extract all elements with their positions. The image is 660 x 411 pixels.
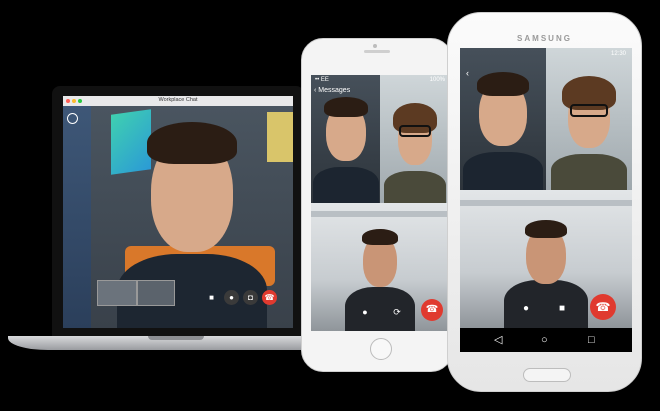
video-toggle-button[interactable]: ■ [556,303,568,315]
camera-icon: ◘ [248,293,253,302]
switch-camera-icon: ⟳ [393,307,401,317]
earpiece-speaker [364,50,390,53]
person-shoulders [312,167,379,203]
mute-button[interactable]: ● [520,303,532,315]
person-shoulders [383,171,446,203]
video-toggle-button[interactable]: ■ [204,290,219,305]
recents-icon[interactable]: □ [588,333,595,347]
video-tile-man[interactable] [311,75,380,203]
person-hair [323,97,368,117]
self-view-thumbnail[interactable] [97,280,137,306]
front-camera [373,44,377,48]
back-label: Messages [318,87,351,94]
mic-icon: ● [362,307,368,317]
back-button[interactable]: ‹ Messages [314,87,350,94]
laptop-screen: Workplace Chat [63,96,293,328]
battery-label: 100% [429,77,445,83]
office-ceiling-lights [460,200,632,206]
person-shoulders [504,280,588,328]
home-button[interactable] [370,338,392,360]
back-arrow-icon[interactable]: ‹ [466,68,469,78]
chevron-left-icon: ‹ [314,87,317,94]
wall-poster [267,112,293,162]
laptop-notch [148,336,204,340]
android-navbar: ◁ ○ □ [460,328,632,352]
samsung-brand-label: SAMSUNG [517,34,572,43]
window-title: Workplace Chat [158,97,198,103]
switch-camera-button[interactable]: ⟳ [391,307,403,319]
participant-thumbnail[interactable] [137,280,175,306]
end-call-button[interactable]: ☎ [590,294,616,320]
back-icon[interactable]: ◁ [494,333,502,347]
video-tile-woman[interactable] [546,48,632,190]
mic-icon: ● [229,293,234,302]
carrier-label: •• EE [315,77,329,83]
person-hair [477,72,529,96]
sidebar [63,106,91,328]
end-call-icon: ☎ [595,300,611,314]
home-icon[interactable]: ○ [541,333,548,347]
video-tile-woman[interactable] [380,75,449,203]
iphone-screen: •• EE 100% ‹ Messages ● ⟳ ☎ [311,75,449,331]
office-ceiling-lights [311,211,449,217]
person-hair [362,229,398,245]
wall-poster [111,109,151,175]
camera-button[interactable]: ◘ [243,290,258,305]
mute-button[interactable]: ● [359,307,371,319]
end-call-icon: ☎ [264,293,275,302]
window-titlebar: Workplace Chat [63,96,293,106]
mic-icon: ● [522,303,530,314]
video-off-icon: ■ [558,303,566,314]
samsung-screen: 12:30 ‹ ● ■ ☎ ◁ ○ □ [460,48,632,352]
glasses [570,104,608,117]
video-tile-man[interactable] [460,48,546,190]
person-shoulders [463,152,543,190]
end-call-button[interactable]: ☎ [262,290,277,305]
end-call-icon: ☎ [425,304,439,315]
mute-button[interactable]: ● [224,290,239,305]
workplace-logo-icon [67,113,78,124]
status-time: 12:30 [610,51,626,57]
physical-home-key[interactable] [523,368,571,382]
person-shoulders [345,287,415,331]
end-call-button[interactable]: ☎ [421,299,443,321]
video-icon: ■ [209,293,214,302]
glasses [398,125,431,137]
person-hair [147,122,237,164]
person-hair [525,220,567,238]
person-shoulders [551,154,627,190]
